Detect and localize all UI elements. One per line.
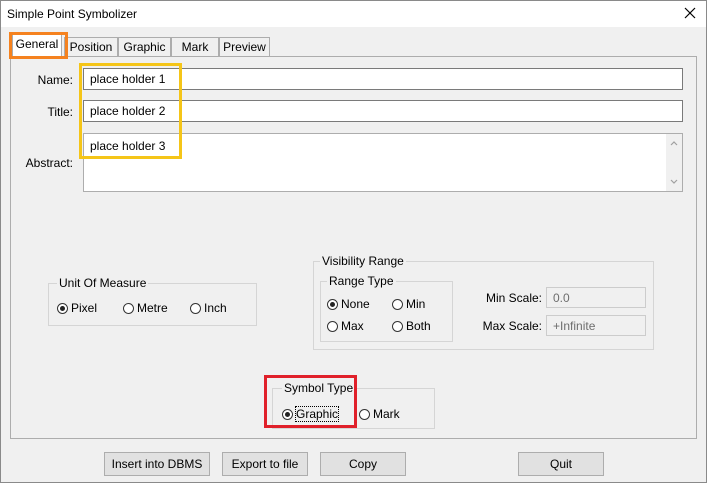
- radio-inch[interactable]: Inch: [190, 300, 227, 316]
- insert-into-dbms-button[interactable]: Insert into DBMS: [104, 452, 210, 476]
- radio-circle: [57, 302, 68, 314]
- radio-inch-label: Inch: [204, 301, 227, 315]
- radio-circle: [327, 320, 338, 332]
- radio-mark[interactable]: Mark: [359, 406, 400, 422]
- radio-min[interactable]: Min: [392, 296, 425, 312]
- general-tab-panel: Name: Title: Abstract: place holder 3 Un…: [10, 56, 697, 439]
- radio-pixel[interactable]: Pixel: [57, 300, 97, 316]
- title-label: Title:: [47, 105, 73, 119]
- radio-circle: [190, 302, 201, 314]
- quit-button[interactable]: Quit: [518, 452, 604, 476]
- visibility-range-title: Visibility Range: [320, 254, 406, 268]
- copy-button[interactable]: Copy: [320, 452, 406, 476]
- radio-both[interactable]: Both: [392, 318, 431, 334]
- min-scale-input: [546, 287, 646, 308]
- radio-mark-label: Mark: [373, 407, 400, 421]
- range-type-title: Range Type: [327, 274, 396, 288]
- tab-general[interactable]: General: [12, 34, 62, 57]
- abstract-label: Abstract:: [25, 156, 73, 170]
- radio-none[interactable]: None: [327, 296, 370, 312]
- unit-of-measure-group: Unit Of Measure Pixel Metre Inch: [48, 276, 257, 326]
- window-title: Simple Point Symbolizer: [7, 7, 138, 21]
- radio-both-label: Both: [406, 319, 431, 333]
- radio-circle: [123, 302, 134, 314]
- unit-of-measure-title: Unit Of Measure: [57, 276, 149, 290]
- title-input[interactable]: [83, 100, 683, 122]
- symbol-type-title: Symbol Type: [282, 381, 356, 395]
- abstract-scrollbar[interactable]: [666, 134, 682, 191]
- visibility-range-group: Visibility Range Range Type None Min Max: [313, 254, 654, 350]
- radio-max-label: Max: [341, 319, 364, 333]
- radio-circle: [392, 320, 403, 332]
- title-bar: Simple Point Symbolizer: [1, 1, 706, 27]
- radio-pixel-label: Pixel: [71, 301, 98, 315]
- radio-circle: [392, 298, 403, 310]
- radio-metre-label: Metre: [137, 301, 168, 315]
- name-label: Name:: [37, 73, 73, 87]
- radio-graphic-label: Graphic: [294, 406, 340, 422]
- tab-graphic[interactable]: Graphic: [118, 37, 171, 57]
- max-scale-input: [546, 315, 646, 336]
- abstract-textarea[interactable]: place holder 3: [83, 133, 683, 192]
- radio-min-label: Min: [406, 297, 426, 311]
- chevron-up-icon[interactable]: [669, 138, 679, 148]
- range-type-group: Range Type None Min Max Both: [320, 274, 453, 342]
- chevron-down-icon[interactable]: [669, 177, 679, 187]
- radio-circle: [327, 298, 338, 310]
- radio-circle: [282, 408, 293, 420]
- radio-none-label: None: [341, 297, 370, 311]
- export-to-file-button[interactable]: Export to file: [222, 452, 308, 476]
- close-icon[interactable]: [682, 5, 698, 21]
- max-scale-label: Max Scale:: [482, 319, 542, 333]
- tab-position[interactable]: Position: [64, 37, 118, 57]
- name-input[interactable]: [83, 68, 683, 90]
- symbol-type-group: Symbol Type Graphic Mark: [272, 381, 435, 429]
- tab-mark[interactable]: Mark: [171, 37, 219, 57]
- radio-graphic[interactable]: Graphic: [282, 406, 340, 422]
- symbolizer-dialog: Simple Point Symbolizer General Position…: [0, 0, 707, 483]
- radio-max[interactable]: Max: [327, 318, 364, 334]
- radio-circle: [359, 408, 370, 420]
- tab-preview[interactable]: Preview: [219, 37, 270, 57]
- min-scale-label: Min Scale:: [485, 291, 542, 305]
- radio-metre[interactable]: Metre: [123, 300, 168, 316]
